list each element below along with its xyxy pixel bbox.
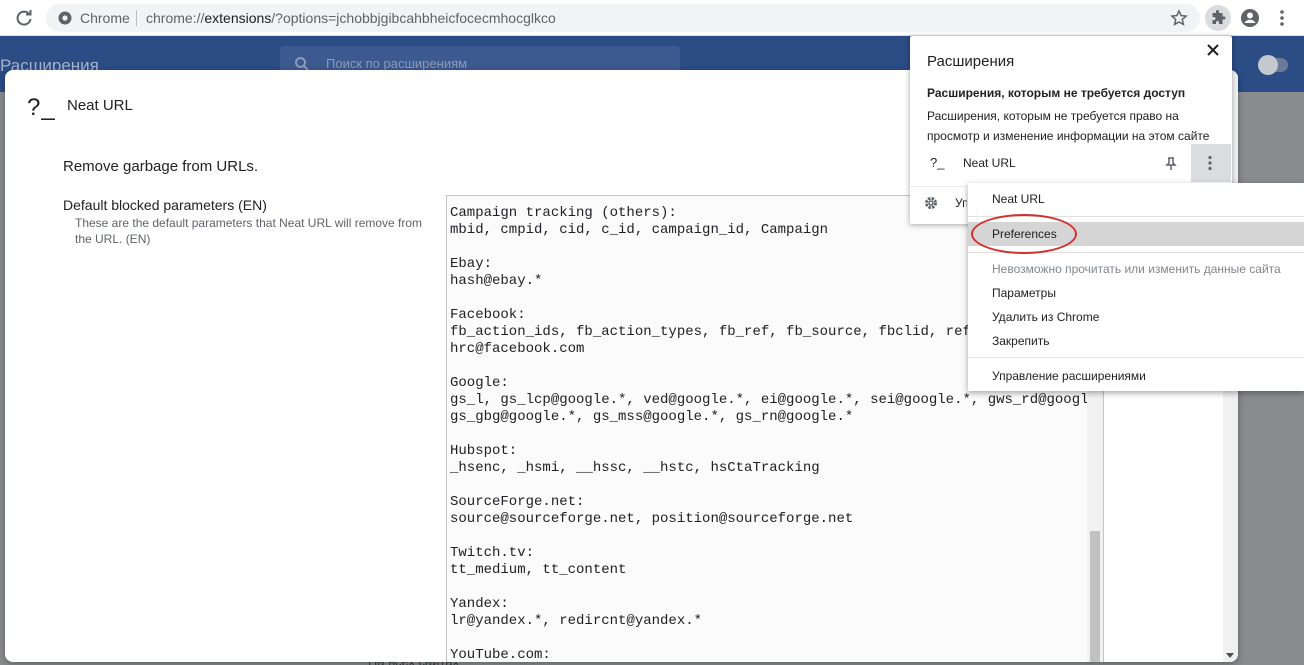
developer-mode-toggle: [1258, 55, 1288, 75]
menu-divider: [968, 252, 1304, 253]
manage-extensions-link[interactable]: Управление расширениями: [955, 196, 967, 210]
menu-item-preferences[interactable]: Preferences: [968, 222, 1304, 246]
popup-extension-name: Neat URL: [963, 156, 1016, 170]
omnibox-divider: [136, 10, 137, 26]
close-icon[interactable]: [1204, 41, 1222, 59]
blocked-params-label: Default blocked parameters (EN): [63, 197, 267, 213]
more-actions-button[interactable]: [1191, 144, 1231, 182]
popup-extension-item[interactable]: ?_ Neat URL: [910, 144, 1232, 182]
blocked-params-help: These are the default parameters that Ne…: [75, 216, 423, 246]
menu-divider: [968, 357, 1304, 358]
textarea-scroll-thumb[interactable]: [1090, 531, 1100, 662]
url-prefix: chrome://: [146, 10, 205, 26]
pin-icon[interactable]: [1165, 157, 1177, 171]
menu-item-site-access-info: Невозможно прочитать или изменить данные…: [992, 262, 1281, 276]
extension-description: Remove garbage from URLs.: [63, 158, 259, 175]
menu-item-pin[interactable]: Закрепить: [968, 329, 1304, 353]
popup-title: Расширения: [927, 53, 1015, 70]
bookmark-star-icon[interactable]: [1170, 9, 1188, 27]
neat-url-logo-icon: ?_: [27, 94, 56, 121]
reload-icon[interactable]: [14, 8, 34, 28]
gear-icon[interactable]: [924, 196, 938, 210]
url-host: extensions: [204, 10, 272, 26]
search-placeholder: Поиск по расширениям: [326, 56, 468, 71]
neat-url-item-icon: ?_: [930, 155, 945, 170]
url-rest: /?options=jchobbjgibcahbheicfocecmhocglk…: [271, 10, 556, 26]
scroll-down-arrow-icon[interactable]: [1226, 653, 1234, 658]
menu-divider: [968, 216, 1304, 217]
popup-section-title: Расширения, которым не требуется доступ: [927, 86, 1186, 100]
origin-chip: Chrome: [80, 10, 130, 26]
extension-context-menu: Neat URL Preferences Невозможно прочитат…: [968, 183, 1304, 391]
url-text[interactable]: chrome://extensions/?options=jchobbjgibc…: [146, 10, 556, 26]
browser-toolbar: Chrome chrome://extensions/?options=jcho…: [0, 0, 1304, 36]
menu-item-options[interactable]: Параметры: [968, 281, 1304, 305]
extensions-puzzle-icon[interactable]: [1205, 5, 1231, 31]
address-bar[interactable]: Chrome chrome://extensions/?options=jcho…: [46, 4, 1200, 32]
chrome-logo-icon: [58, 11, 72, 25]
dialog-title: Neat URL: [67, 97, 133, 114]
menu-item-remove[interactable]: Удалить из Chrome: [968, 305, 1304, 329]
menu-item-manage-extensions[interactable]: Управление расширениями: [968, 364, 1304, 388]
profile-avatar-icon[interactable]: [1240, 8, 1260, 28]
menu-item-extension-name[interactable]: Neat URL: [968, 187, 1304, 211]
popup-section-info: Расширения, которым не требуется право н…: [927, 109, 1210, 143]
chrome-menu-icon[interactable]: [1274, 8, 1290, 28]
